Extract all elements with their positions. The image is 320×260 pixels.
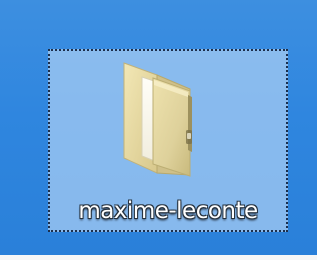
- desktop[interactable]: maxime-leconte: [0, 0, 317, 255]
- desktop-bottom-edge: [0, 255, 317, 260]
- folder-shortcut-selected[interactable]: maxime-leconte: [48, 49, 288, 232]
- folder-label: maxime-leconte: [78, 198, 258, 224]
- folder-icon: [123, 62, 192, 177]
